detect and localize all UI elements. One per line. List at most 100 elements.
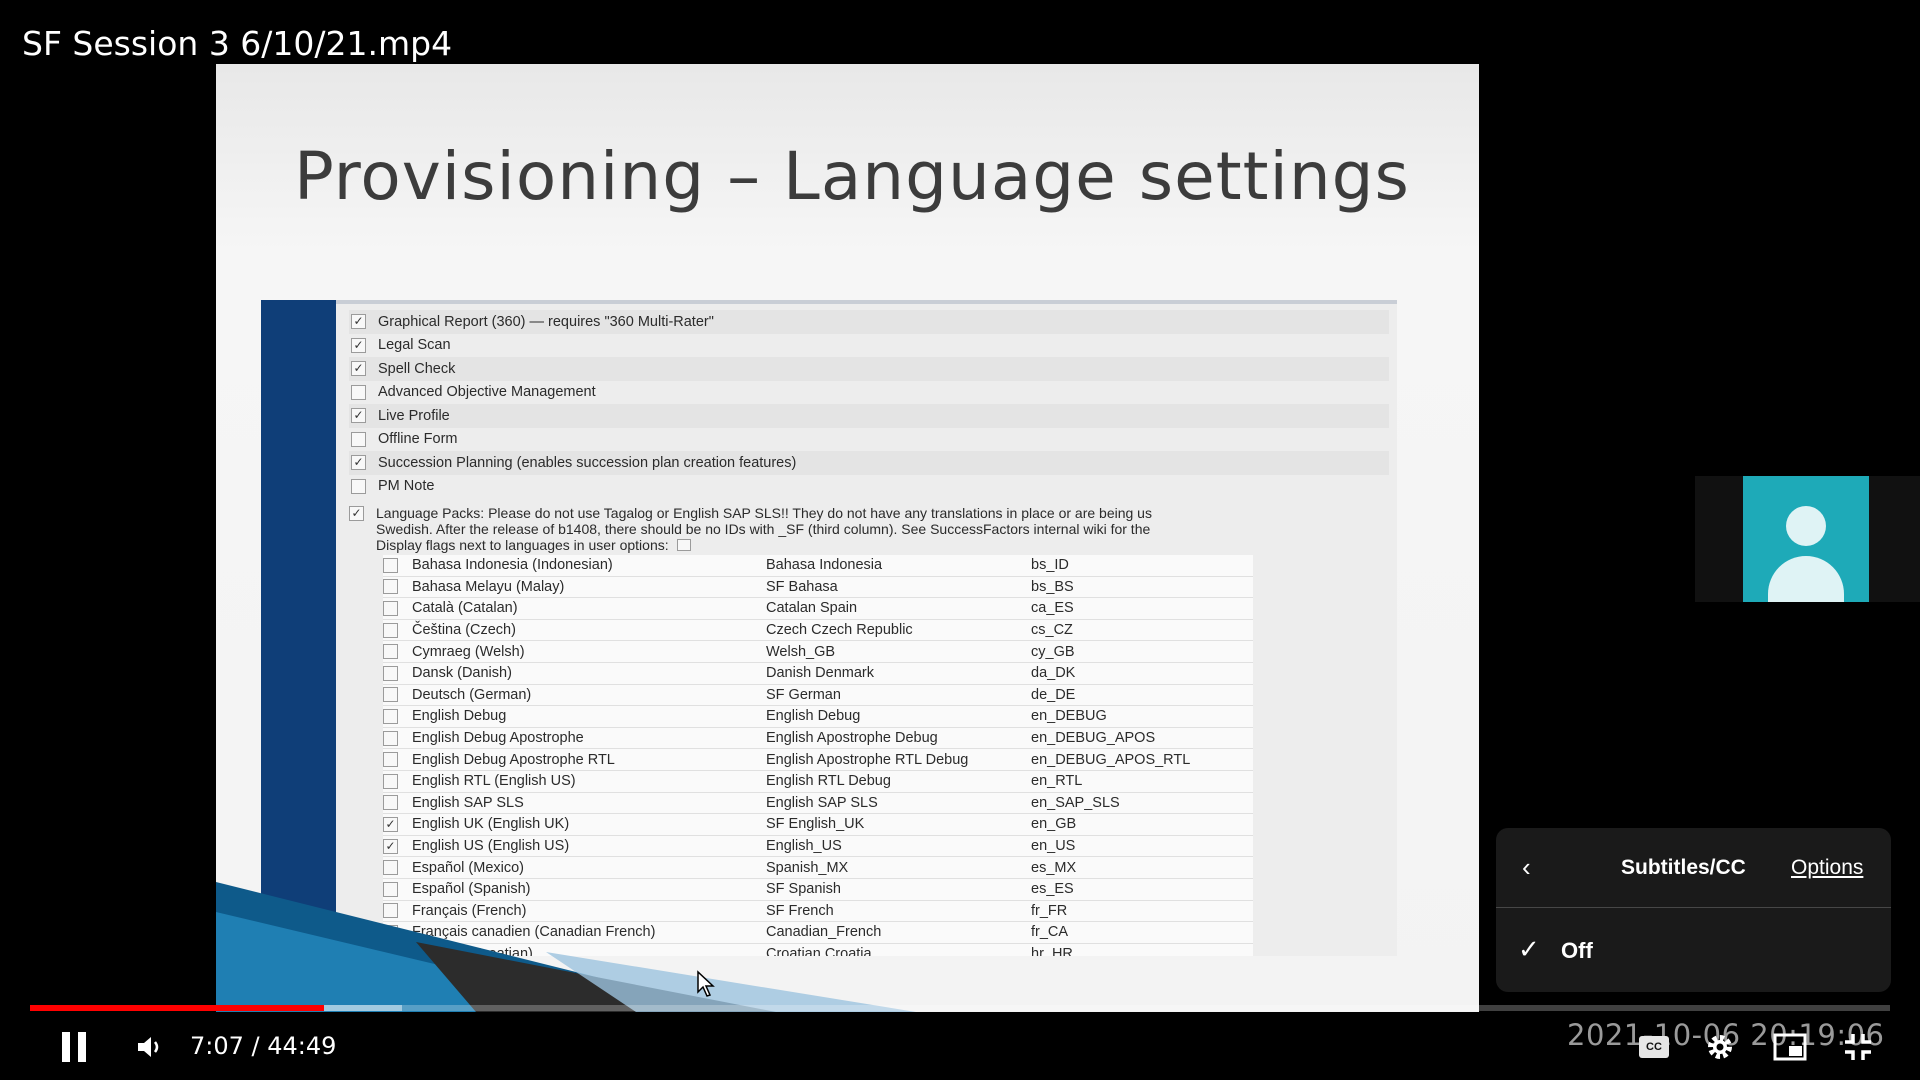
language-checkbox[interactable] [383, 557, 398, 573]
display-flags-checkbox[interactable] [676, 539, 691, 551]
language-name-cell: English RTL (English US) [383, 773, 766, 789]
language-pack-cell: Bahasa Indonesia [766, 557, 883, 574]
miniplayer-icon[interactable] [1770, 1026, 1810, 1068]
language-name: Bahasa Indonesia (Indonesian) [412, 557, 613, 574]
language-packs-note-continued: Swedish. After the release of b1408, the… [376, 521, 1151, 537]
language-checkbox[interactable] [383, 665, 398, 681]
display-flags-line: Display flags next to languages in user … [349, 537, 1389, 553]
language-name-cell: English SAP SLS [383, 795, 766, 811]
language-code-cell: cy_GB [1031, 643, 1075, 660]
language-name: Čeština (Czech) [412, 622, 516, 639]
chevron-left-icon[interactable]: ‹ [1522, 852, 1546, 882]
language-checkbox[interactable]: ✓ [383, 816, 398, 832]
feature-checkbox[interactable]: ✓ [351, 408, 366, 424]
language-name: English Debug [412, 708, 507, 725]
display-flags-label: Display flags next to languages in user … [376, 537, 669, 553]
slide-decoration [216, 882, 916, 1012]
language-name: English Debug Apostrophe [412, 730, 584, 747]
feature-label: Live Profile [378, 407, 450, 424]
feature-checkbox[interactable] [351, 478, 366, 494]
language-row: English Debug Apostrophe English Apostrop… [383, 727, 1253, 750]
language-code-cell: en_DEBUG_APOS [1031, 730, 1156, 747]
mouse-cursor-icon [697, 970, 715, 997]
language-code-cell: ca_ES [1031, 600, 1074, 617]
pause-icon[interactable] [56, 1026, 92, 1068]
language-checkbox[interactable] [383, 644, 398, 660]
feature-checkbox[interactable]: ✓ [351, 455, 366, 471]
presentation-slide: Provisioning – Language settings ✓ Graphi… [216, 64, 1479, 1012]
language-name: Dansk (Danish) [412, 665, 512, 682]
subtitles-menu-title: Subtitles/CC [1621, 856, 1746, 879]
language-pack-cell: Catalan Spain [766, 600, 858, 617]
video-title: SF Session 3 6/10/21.mp4 [22, 24, 453, 63]
language-row: English SAP SLS English SAP SLS en_SAP_SLS [383, 792, 1253, 815]
language-pack-cell: SF German [766, 686, 841, 703]
feature-row: ✓ Live Profile [349, 404, 1389, 428]
subtitles-option-off[interactable]: ✓ Off [1496, 908, 1891, 992]
language-name: Deutsch (German) [412, 686, 532, 703]
feature-checkbox[interactable]: ✓ [351, 361, 366, 377]
closed-captions-icon[interactable]: CC [1636, 1026, 1672, 1068]
language-name: Bahasa Melayu (Malay) [412, 578, 565, 595]
feature-checkbox[interactable] [351, 384, 366, 400]
language-checkbox[interactable] [383, 773, 398, 789]
language-packs-section: ✓ Language Packs: Please do not use Taga… [349, 505, 1389, 553]
feature-row: PM Note [349, 475, 1389, 499]
participant-tile [1695, 476, 1920, 602]
language-code-cell: cs_CZ [1031, 622, 1073, 639]
language-row: English Debug Apostrophe RTL English Apos… [383, 749, 1253, 771]
language-packs-line: ✓ Language Packs: Please do not use Taga… [349, 505, 1389, 521]
language-row: Bahasa Melayu (Malay) SF Bahasa bs_BS [383, 576, 1253, 599]
progress-bar[interactable] [30, 1005, 1890, 1011]
feature-label: PM Note [378, 478, 435, 495]
language-pack-cell: English Apostrophe Debug [766, 730, 938, 747]
language-row: Cymraeg (Welsh) Welsh_GB cy_GB [383, 641, 1253, 663]
language-checkbox[interactable] [383, 752, 398, 768]
language-checkbox[interactable] [383, 708, 398, 724]
language-code-cell: en_DEBUG_APOS_RTL [1031, 751, 1191, 768]
language-name: English RTL (English US) [412, 773, 576, 790]
time-display: 7:07 / 44:49 [190, 1032, 337, 1060]
language-code-cell: en_GB [1031, 816, 1077, 833]
language-checkbox[interactable] [383, 730, 398, 746]
language-packs-note: Language Packs: Please do not use Tagalo… [376, 505, 1152, 521]
language-code-cell: bs_BS [1031, 578, 1074, 595]
language-packs-checkbox[interactable]: ✓ [349, 505, 364, 521]
language-checkbox[interactable] [383, 795, 398, 811]
feature-row: ✓ Spell Check [349, 357, 1389, 381]
language-code-cell: da_DK [1031, 665, 1076, 682]
screenshot-divider [336, 300, 1397, 304]
language-name-cell: Dansk (Danish) [383, 665, 766, 681]
feature-checkbox[interactable]: ✓ [351, 337, 366, 353]
language-name-cell: Čeština (Czech) [383, 622, 766, 638]
language-name: English UK (English UK) [412, 816, 570, 833]
language-pack-cell: English SAP SLS [766, 794, 878, 811]
feature-checkbox[interactable]: ✓ [351, 314, 366, 330]
exit-fullscreen-icon[interactable] [1838, 1026, 1878, 1068]
language-code-cell: en_SAP_SLS [1031, 794, 1120, 811]
subtitles-menu-header: ‹ Subtitles/CC Options [1496, 828, 1891, 908]
check-icon: ✓ [1518, 934, 1540, 964]
settings-gear-icon[interactable] [1700, 1026, 1740, 1068]
feature-row: ✓ Legal Scan [349, 334, 1389, 358]
language-code-cell: en_RTL [1031, 773, 1083, 790]
language-pack-cell: SF Bahasa [766, 578, 838, 595]
language-checkbox[interactable] [383, 687, 398, 703]
language-name-cell: Cymraeg (Welsh) [383, 644, 766, 660]
language-pack-cell: English RTL Debug [766, 773, 891, 790]
volume-icon[interactable] [130, 1026, 170, 1068]
feature-label: Graphical Report (360) — requires "360 M… [378, 313, 714, 330]
language-row: Čeština (Czech) Czech Czech Republic cs_CZ [383, 619, 1253, 642]
subtitles-options-link[interactable]: Options [1791, 856, 1863, 880]
language-checkbox[interactable] [383, 600, 398, 616]
feature-label: Legal Scan [378, 337, 451, 354]
subtitles-menu: ‹ Subtitles/CC Options ✓ Off [1496, 828, 1891, 992]
language-pack-cell: English Debug [766, 708, 861, 725]
feature-checkbox[interactable] [351, 431, 366, 447]
language-checkbox[interactable] [383, 579, 398, 595]
feature-list: ✓ Graphical Report (360) — requires "360 … [349, 310, 1389, 498]
language-row: English RTL (English US) English RTL Debu… [383, 770, 1253, 793]
language-name: English SAP SLS [412, 794, 524, 811]
language-row: English Debug English Debug en_DEBUG [383, 706, 1253, 728]
language-checkbox[interactable] [383, 622, 398, 638]
